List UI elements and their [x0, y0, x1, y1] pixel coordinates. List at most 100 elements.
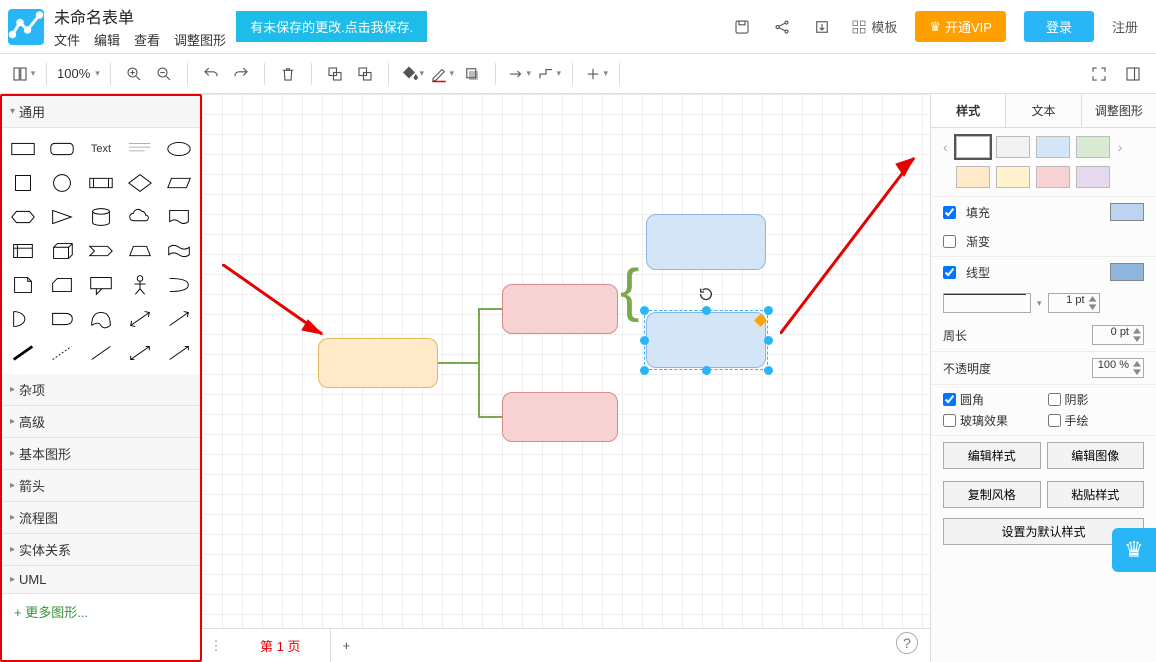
fill-color-dropdown[interactable] [399, 61, 425, 87]
shadow-checkbox[interactable] [1048, 393, 1061, 406]
redo-button[interactable] [228, 61, 254, 87]
section-misc[interactable]: 杂项 [2, 374, 200, 406]
edit-style-button[interactable]: 编辑样式 [943, 442, 1041, 469]
insert-dropdown[interactable] [583, 61, 609, 87]
more-shapes-link[interactable]: + 更多图形... [2, 594, 200, 629]
shape-rect[interactable] [4, 132, 43, 166]
shape-note[interactable] [4, 268, 43, 302]
tab-adjust[interactable]: 调整图形 [1082, 94, 1156, 127]
resize-handle[interactable] [640, 366, 649, 375]
perimeter-input[interactable]: 0 pt [1092, 325, 1144, 345]
swatch-purple[interactable] [1076, 166, 1110, 188]
undo-button[interactable] [198, 61, 224, 87]
swatch-orange[interactable] [956, 166, 990, 188]
shape-circle[interactable] [43, 166, 82, 200]
vip-button[interactable]: ♛ 开通VIP [915, 11, 1006, 42]
section-uml[interactable]: UML [2, 566, 200, 594]
shape-curve-connector[interactable] [159, 268, 198, 302]
to-back-button[interactable] [352, 61, 378, 87]
shape-card[interactable] [43, 268, 82, 302]
shadow-button[interactable] [459, 61, 485, 87]
pages-menu[interactable]: ⋮ [202, 638, 230, 654]
shape-text[interactable]: Text [82, 132, 121, 166]
shape-link-arrow[interactable] [159, 336, 198, 370]
shape-step[interactable] [82, 234, 121, 268]
menu-shape[interactable]: 调整图形 [174, 30, 226, 49]
format-panel-button[interactable] [1120, 61, 1146, 87]
resize-handle[interactable] [764, 366, 773, 375]
shape-trapezoid[interactable] [120, 234, 159, 268]
resize-handle[interactable] [702, 366, 711, 375]
shape-data-store[interactable] [82, 302, 121, 336]
shape-triangle[interactable] [43, 200, 82, 234]
resize-handle[interactable] [764, 336, 773, 345]
line-color-chip[interactable] [1110, 263, 1144, 281]
shape-rounded-rect[interactable] [43, 132, 82, 166]
menu-view[interactable]: 查看 [134, 30, 160, 49]
shape-link-bidir[interactable] [120, 336, 159, 370]
paste-style-button[interactable]: 粘贴样式 [1047, 481, 1145, 508]
shape-textbox[interactable] [120, 132, 159, 166]
connector[interactable] [478, 308, 502, 310]
doc-title[interactable]: 未命名表单 [54, 4, 226, 28]
shape-cube[interactable] [43, 234, 82, 268]
line-style-select[interactable] [943, 293, 1031, 313]
to-front-button[interactable] [322, 61, 348, 87]
rounded-checkbox[interactable] [943, 393, 956, 406]
shape-sidebar[interactable]: 通用 Text [0, 94, 202, 662]
shape-process[interactable] [82, 166, 121, 200]
vip-float-button[interactable]: ♛ [1112, 528, 1156, 572]
tab-text[interactable]: 文本 [1006, 94, 1081, 127]
line-width-input[interactable]: 1 pt [1048, 293, 1100, 313]
gradient-checkbox[interactable] [943, 235, 956, 248]
unsaved-notice[interactable]: 有未保存的更改.点击我保存. [236, 11, 427, 42]
tab-page-1[interactable]: 第 1 页 [230, 629, 331, 662]
swatch-red[interactable] [1036, 166, 1070, 188]
save-icon[interactable] [731, 16, 753, 38]
line-checkbox[interactable] [943, 266, 956, 279]
swatch-white[interactable] [956, 136, 990, 158]
menu-edit[interactable]: 编辑 [94, 30, 120, 49]
swatch-next[interactable]: › [1116, 139, 1125, 155]
section-arrows[interactable]: 箭头 [2, 470, 200, 502]
swatch-blue[interactable] [1036, 136, 1070, 158]
connector[interactable] [438, 362, 478, 364]
canvas[interactable]: { ⋮ 第 1 页 + ? [202, 94, 930, 662]
fill-color-chip[interactable] [1110, 203, 1144, 221]
shape-document[interactable] [159, 200, 198, 234]
login-button[interactable]: 登录 [1024, 11, 1094, 42]
zoom-out-button[interactable] [151, 61, 177, 87]
menu-file[interactable]: 文件 [54, 30, 80, 49]
shape-line[interactable] [82, 336, 121, 370]
shape-actor[interactable] [120, 268, 159, 302]
shape-square[interactable] [4, 166, 43, 200]
resize-handle[interactable] [640, 306, 649, 315]
add-page-button[interactable]: + [331, 638, 361, 653]
shape-diamond[interactable] [120, 166, 159, 200]
zoom-in-button[interactable] [121, 61, 147, 87]
node-red-1[interactable] [502, 284, 618, 334]
connector-dropdown[interactable] [506, 61, 532, 87]
resize-handle[interactable] [702, 306, 711, 315]
resize-handle[interactable] [640, 336, 649, 345]
glass-checkbox[interactable] [943, 414, 956, 427]
copy-style-button[interactable]: 复制风格 [943, 481, 1041, 508]
section-flowchart[interactable]: 流程图 [2, 502, 200, 534]
shape-and[interactable] [43, 302, 82, 336]
view-mode-dropdown[interactable] [10, 61, 36, 87]
delete-button[interactable] [275, 61, 301, 87]
hand-checkbox[interactable] [1048, 414, 1061, 427]
shape-or[interactable] [4, 302, 43, 336]
zoom-dropdown[interactable]: 100%▾ [57, 66, 100, 81]
waypoint-dropdown[interactable] [536, 61, 562, 87]
node-orange[interactable] [318, 338, 438, 388]
resize-handle[interactable] [764, 306, 773, 315]
shape-hexagon[interactable] [4, 200, 43, 234]
shape-internal-storage[interactable] [4, 234, 43, 268]
section-general[interactable]: 通用 [2, 96, 200, 128]
connector[interactable] [478, 416, 502, 418]
shape-parallelogram[interactable] [159, 166, 198, 200]
section-advanced[interactable]: 高级 [2, 406, 200, 438]
edit-image-button[interactable]: 编辑图像 [1047, 442, 1145, 469]
share-icon[interactable] [771, 16, 793, 38]
